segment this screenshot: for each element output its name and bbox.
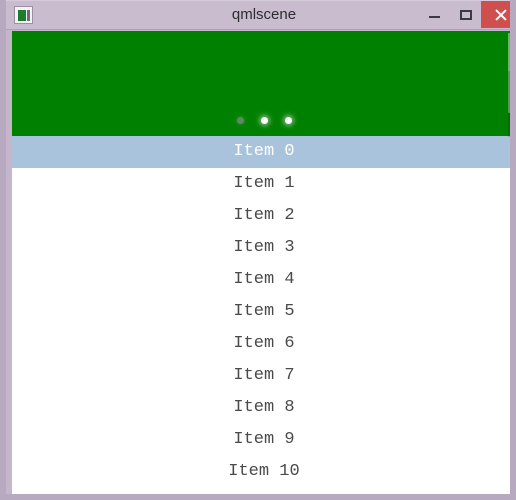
app-icon-glyph-secondary bbox=[27, 10, 30, 21]
vertical-scrollbar[interactable] bbox=[507, 31, 510, 494]
list-item[interactable]: Item 9 bbox=[12, 424, 510, 456]
close-button[interactable] bbox=[481, 1, 510, 28]
minimize-icon bbox=[429, 16, 440, 18]
list-item[interactable]: Item 4 bbox=[12, 264, 510, 296]
close-icon bbox=[494, 8, 507, 21]
list-item-label: Item 2 bbox=[233, 206, 295, 225]
desktop-background: qmlscene Item 0 Item 1 Item 2 Item 3 Ite… bbox=[0, 0, 516, 500]
list-item-label: Item 0 bbox=[233, 142, 295, 161]
list-item[interactable]: Item 7 bbox=[12, 360, 510, 392]
list-item-label: Item 9 bbox=[233, 430, 295, 449]
title-bar[interactable]: qmlscene bbox=[6, 0, 510, 30]
list-item-label: Item 7 bbox=[233, 366, 295, 385]
list-item[interactable]: Item 10 bbox=[12, 456, 510, 488]
maximize-button[interactable] bbox=[450, 1, 481, 28]
list-item-label: Item 5 bbox=[233, 302, 295, 321]
maximize-icon bbox=[459, 9, 472, 20]
scrollbar-handle-lower[interactable] bbox=[508, 71, 510, 137]
page-indicator[interactable] bbox=[12, 114, 510, 126]
page-indicator-dot-2[interactable] bbox=[260, 116, 268, 124]
list-item[interactable]: Item 8 bbox=[12, 392, 510, 424]
list-item-label: Item 3 bbox=[233, 238, 295, 257]
list-item-label: Item 1 bbox=[233, 174, 295, 193]
list-item[interactable]: Item 2 bbox=[12, 200, 510, 232]
list-item[interactable]: Item 6 bbox=[12, 328, 510, 360]
list-item-label: Item 6 bbox=[233, 334, 295, 353]
qml-app-icon bbox=[14, 6, 33, 24]
app-icon-glyph-primary bbox=[18, 10, 26, 21]
item-list[interactable]: Item 0 Item 1 Item 2 Item 3 Item 4 Item … bbox=[12, 136, 510, 500]
list-item-label: Item 11 bbox=[228, 494, 299, 500]
banner-header[interactable] bbox=[12, 31, 510, 136]
list-item-label: Item 4 bbox=[233, 270, 295, 289]
minimize-button[interactable] bbox=[419, 1, 450, 28]
list-item[interactable]: Item 3 bbox=[12, 232, 510, 264]
list-item[interactable]: Item 5 bbox=[12, 296, 510, 328]
list-item[interactable]: Item 0 bbox=[12, 136, 510, 168]
page-indicator-dot-1[interactable] bbox=[236, 116, 244, 124]
client-area: Item 0 Item 1 Item 2 Item 3 Item 4 Item … bbox=[12, 31, 510, 500]
list-item-label: Item 8 bbox=[233, 398, 295, 417]
list-item[interactable]: Item 11 bbox=[12, 488, 510, 500]
page-indicator-dot-3[interactable] bbox=[284, 116, 292, 124]
list-item[interactable]: Item 1 bbox=[12, 168, 510, 200]
application-window: qmlscene Item 0 Item 1 Item 2 Item 3 Ite… bbox=[0, 0, 516, 500]
list-item-label: Item 10 bbox=[228, 462, 300, 481]
